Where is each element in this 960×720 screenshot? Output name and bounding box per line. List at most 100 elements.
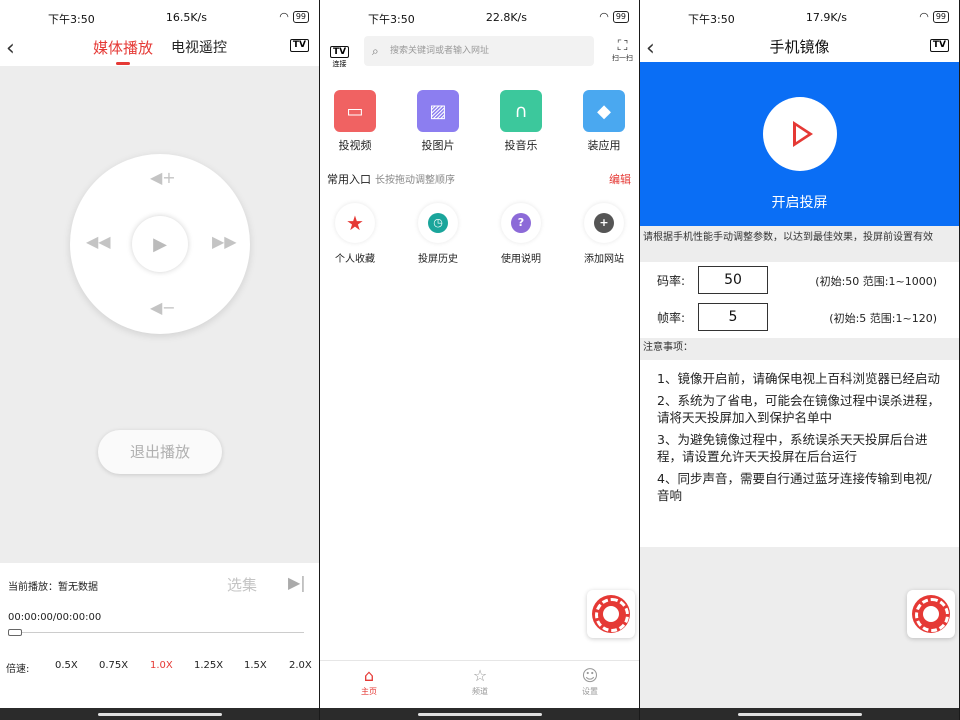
header: ‹ 手机镜像 TV	[640, 34, 959, 62]
tv-connect-button[interactable]: TV 连接	[330, 39, 350, 69]
fast-forward-icon[interactable]: ▶▶	[212, 232, 237, 251]
shortcut-add-site[interactable]: + 添加网站	[574, 203, 634, 265]
play-icon	[792, 121, 813, 147]
volume-up-icon[interactable]: ◀+	[150, 168, 176, 187]
shortcut-history[interactable]: ◷ 投屏历史	[408, 203, 468, 265]
add-site-button-bg: +	[584, 203, 624, 243]
next-track-icon[interactable]: ▶|	[288, 573, 306, 592]
rewind-icon[interactable]: ◀◀	[86, 232, 111, 251]
bottom-tab-bar: ⌂ 主页 ☆ 频道 ☺ 设置	[320, 660, 639, 708]
connect-label: 连接	[332, 60, 347, 68]
wifi-icon: ◠	[279, 10, 289, 23]
favorites-button-bg: ★	[335, 203, 375, 243]
home-icon: ⌂	[363, 666, 375, 685]
speed-option-active[interactable]: 1.0X	[150, 660, 173, 671]
start-mirror-label[interactable]: 开启投屏	[640, 192, 959, 212]
tab-tv-remote[interactable]: 电视遥控	[171, 37, 227, 57]
common-entries-header: 常用入口 长按拖动调整顺序 编辑	[327, 171, 639, 187]
tab-label: 频道	[472, 687, 488, 696]
tab-label: 主页	[361, 687, 377, 696]
back-icon[interactable]: ‹	[6, 36, 15, 61]
timecode: 00:00:00/00:00:00	[8, 612, 102, 623]
home-indicator[interactable]	[737, 713, 862, 716]
feature-cast-image[interactable]: ▨ 投图片	[408, 90, 468, 153]
tab-label: 设置	[582, 687, 598, 696]
exit-playback-button[interactable]: 退出播放	[98, 430, 222, 474]
lifebuoy-icon	[912, 595, 950, 633]
tab-channel[interactable]: ☆ 频道	[450, 666, 510, 697]
video-icon: ▭	[334, 90, 376, 132]
help-button-bg: ?	[501, 203, 541, 243]
channel-icon: ☆	[472, 666, 488, 685]
lifebuoy-icon	[592, 595, 630, 633]
params-panel: 码率: 50 (初始:50 范围:1~1000) 帧率: 5 (初始:5 范围:…	[640, 262, 959, 338]
header: TV 连接 ⌕ 搜索关键词或者输入网址 ⛶ 扫一扫	[320, 34, 639, 70]
page-title: 手机镜像	[769, 38, 830, 56]
system-nav-bar	[640, 708, 959, 720]
speed-option[interactable]: 2.0X	[289, 660, 312, 671]
shortcut-label: 个人收藏	[335, 254, 375, 265]
bitrate-range: (初始:50 范围:1~1000)	[815, 275, 937, 288]
battery-icon: 99	[292, 10, 309, 23]
network-speed: 22.8K/s	[485, 11, 527, 24]
common-entries-hint: 长按拖动调整顺序	[375, 175, 455, 186]
volume-down-icon[interactable]: ◀−	[150, 298, 176, 317]
player-panel: 当前播放：暂无数据 选集 ▶| 00:00:00/00:00:00 倍速: 0.…	[0, 563, 319, 708]
mirror-hero: 开启投屏	[640, 62, 959, 226]
progress-thumb[interactable]	[8, 629, 22, 636]
speed-option[interactable]: 0.75X	[99, 660, 128, 671]
status-bar: 下午3:50 16.5K/s ◠ 99	[0, 0, 319, 34]
feature-label: 装应用	[587, 139, 621, 152]
lifebuoy-float-button[interactable]	[587, 590, 635, 638]
search-input[interactable]: ⌕ 搜索关键词或者输入网址	[364, 36, 594, 66]
shortcut-favorites[interactable]: ★ 个人收藏	[325, 203, 385, 265]
clock-icon: ◷	[428, 213, 448, 233]
tv-icon[interactable]: TV	[929, 39, 949, 52]
status-time: 下午3:50	[368, 13, 415, 26]
status-icons: ◠ 99	[599, 10, 629, 23]
speed-option[interactable]: 1.5X	[244, 660, 267, 671]
feature-cast-video[interactable]: ▭ 投视频	[325, 90, 385, 153]
progress-bar[interactable]	[8, 629, 304, 636]
history-button-bg: ◷	[418, 203, 458, 243]
search-placeholder: 搜索关键词或者输入网址	[390, 46, 490, 56]
fps-input[interactable]: 5	[698, 303, 768, 331]
battery-icon: 99	[612, 10, 629, 23]
bitrate-input[interactable]: 50	[698, 266, 768, 294]
feature-cast-music[interactable]: ∩ 投音乐	[491, 90, 551, 153]
wifi-icon: ◠	[599, 10, 609, 23]
speed-option[interactable]: 1.25X	[194, 660, 223, 671]
shortcut-help[interactable]: ? 使用说明	[491, 203, 551, 265]
play-button[interactable]: ▶	[132, 216, 188, 272]
tab-media-playback[interactable]: 媒体播放	[93, 37, 153, 58]
notes-title: 注意事项：	[643, 342, 693, 353]
tv-icon[interactable]: TV	[289, 39, 309, 52]
scan-button[interactable]: ⛶ 扫一扫	[612, 39, 633, 63]
search-icon: ⌕	[372, 44, 379, 58]
question-icon: ?	[511, 213, 531, 233]
select-episode-button[interactable]: 选集	[227, 574, 257, 595]
fps-range: (初始:5 范围:1~120)	[829, 312, 937, 325]
tab-home[interactable]: ⌂ 主页	[339, 666, 399, 697]
tab-settings[interactable]: ☺ 设置	[560, 666, 620, 697]
system-nav-bar	[0, 708, 319, 720]
start-mirror-button[interactable]	[763, 97, 837, 171]
network-speed: 17.9K/s	[805, 11, 847, 24]
home-indicator[interactable]	[417, 713, 542, 716]
speed-option[interactable]: 0.5X	[55, 660, 78, 671]
lifebuoy-float-button[interactable]	[907, 590, 955, 638]
home-indicator[interactable]	[97, 713, 222, 716]
shortcut-label: 添加网站	[584, 254, 624, 265]
battery-icon: 99	[932, 10, 949, 23]
feature-label: 投视频	[338, 139, 372, 152]
status-icons: ◠ 99	[919, 10, 949, 23]
home-screen: 下午3:50 22.8K/s ◠ 99 TV 连接 ⌕ 搜索关键词或者输入网址 …	[320, 0, 639, 720]
user-icon: ☺	[581, 666, 599, 685]
active-tab-indicator	[116, 62, 130, 65]
phone-mirror-screen: 下午3:50 17.9K/s ◠ 99 ‹ 手机镜像 TV 开启投屏 请根据手机…	[640, 0, 959, 720]
bitrate-label: 码率:	[657, 274, 686, 288]
edit-button[interactable]: 编辑	[609, 171, 631, 187]
note-item: 2、系统为了省电，可能会在镜像过程中误杀进程，请将天天投屏加入到保护名单中	[657, 393, 940, 425]
feature-install-app[interactable]: ◆ 装应用	[574, 90, 634, 153]
tip-text: 请根据手机性能手动调整参数，以达到最佳效果，投屏前设置有效	[640, 226, 959, 250]
